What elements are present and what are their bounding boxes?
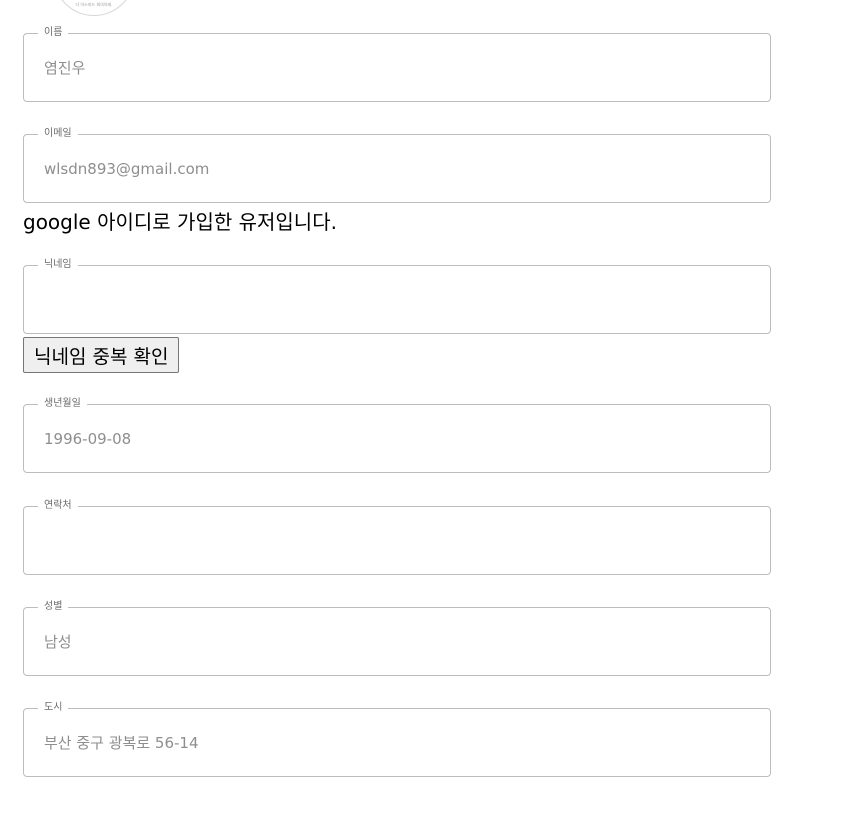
phone-field[interactable]: 연락처 (23, 499, 771, 575)
city-field[interactable]: 도시 부산 중구 광복로 56-14 (23, 701, 771, 777)
name-value: 염진우 (44, 59, 86, 77)
birthdate-field[interactable]: 생년월일 1996-09-08 (23, 397, 771, 473)
nickname-value (44, 266, 750, 333)
city-value: 부산 중구 광복로 56-14 (44, 734, 199, 752)
email-field[interactable]: 이메일 wlsdn893@gmail.com (23, 127, 771, 203)
avatar: 다 아스피드 회의아래. (53, 0, 135, 16)
gender-field[interactable]: 성별 남성 (23, 600, 771, 676)
name-field[interactable]: 이름 염진우 (23, 26, 771, 102)
nickname-field[interactable]: 닉네임 (23, 258, 771, 334)
signup-provider-notice: google 아이디로 가입한 유저입니다. (23, 210, 337, 234)
birthdate-value: 1996-09-08 (44, 429, 132, 448)
gender-value: 남성 (44, 633, 72, 651)
nickname-duplicate-check-button[interactable]: 닉네임 중복 확인 (23, 337, 180, 373)
email-value: wlsdn893@gmail.com (44, 159, 210, 178)
phone-value (44, 507, 750, 574)
avatar-caption: 다 아스피드 회의아래. (75, 2, 113, 7)
